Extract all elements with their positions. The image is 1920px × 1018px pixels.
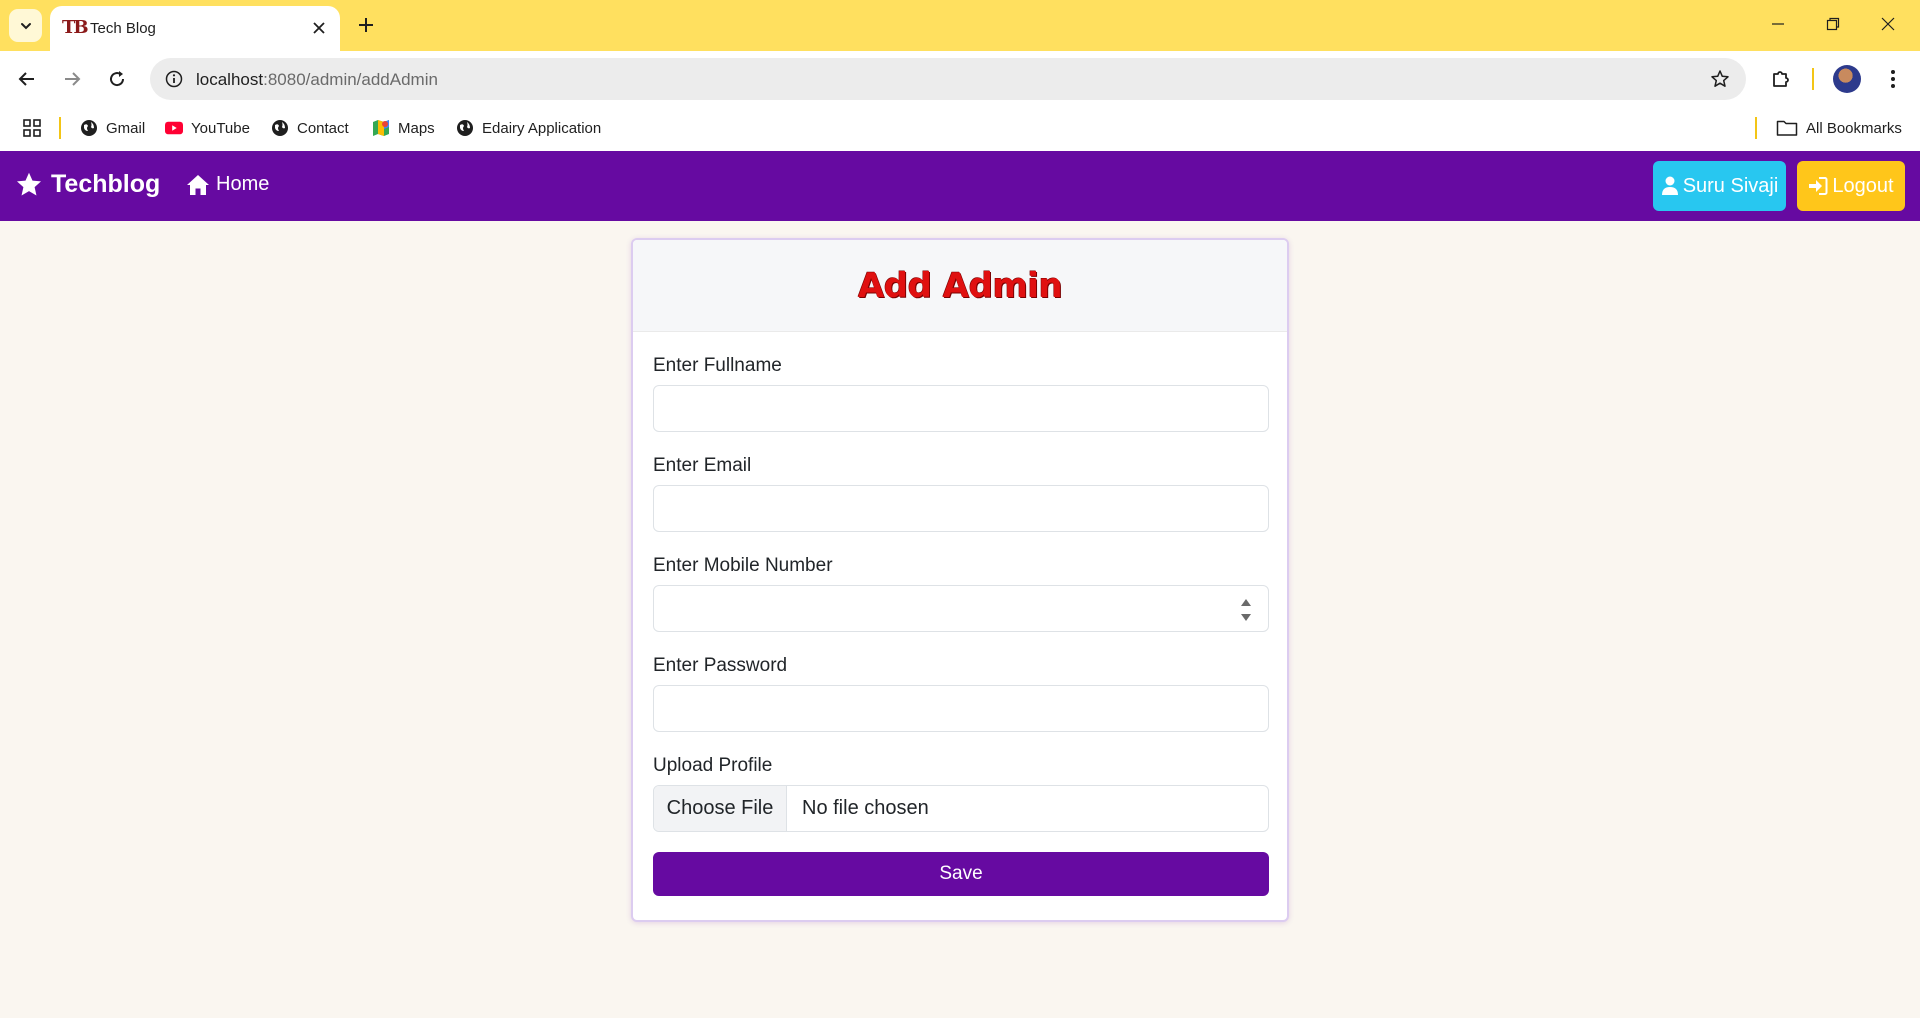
user-profile-button[interactable]: Suru Sivaji <box>1653 161 1786 211</box>
bookmark-label: Contact <box>297 119 349 137</box>
bookmark-maps[interactable]: Maps <box>372 116 435 140</box>
apps-grid-icon <box>23 119 41 137</box>
star-icon <box>16 172 42 195</box>
fullname-label: Enter Fullname <box>653 355 782 376</box>
bookmark-gmail[interactable]: Gmail <box>80 116 145 140</box>
number-spinner[interactable] <box>1240 598 1252 622</box>
apps-button[interactable] <box>22 116 42 140</box>
star-outline-icon <box>1711 70 1729 87</box>
password-input[interactable] <box>653 685 1269 732</box>
arrow-right-icon <box>65 72 81 86</box>
browser-tab[interactable]: TB Tech Blog <box>50 6 340 51</box>
spin-up-icon[interactable] <box>1240 598 1252 607</box>
file-status-text: No file chosen <box>802 797 929 819</box>
password-label: Enter Password <box>653 655 788 676</box>
info-icon <box>165 70 183 88</box>
bookmark-label: YouTube <box>191 119 250 137</box>
choose-file-button[interactable]: Choose File <box>654 786 787 831</box>
site-navbar: Techblog Home Suru Sivaji Logout <box>0 151 1920 221</box>
extensions-button[interactable] <box>1764 62 1798 96</box>
user-icon <box>1661 176 1678 195</box>
brand-name: Techblog <box>51 170 161 198</box>
close-window-button[interactable] <box>1870 8 1906 40</box>
fullname-input[interactable] <box>653 385 1269 432</box>
back-button[interactable] <box>10 62 44 96</box>
globe-icon <box>456 119 474 137</box>
email-label: Enter Email <box>653 455 752 476</box>
spin-down-icon[interactable] <box>1240 613 1252 622</box>
globe-icon <box>80 119 98 137</box>
add-admin-form: Enter Fullname Enter Email Enter Mobile … <box>653 332 1269 896</box>
profile-avatar[interactable] <box>1833 65 1861 93</box>
minimize-icon <box>1772 23 1784 25</box>
tab-search-button[interactable] <box>9 9 42 42</box>
forward-button[interactable] <box>55 62 89 96</box>
folder-icon <box>1776 119 1798 137</box>
browser-tabstrip: TB Tech Blog <box>0 0 1920 51</box>
all-bookmarks-label: All Bookmarks <box>1806 119 1902 137</box>
plus-icon <box>359 18 373 32</box>
puzzle-icon <box>1773 71 1789 87</box>
url-host: localhost <box>196 70 264 89</box>
url-text: localhost:8080/admin/addAdmin <box>196 70 438 90</box>
new-tab-button[interactable] <box>352 11 380 39</box>
nav-home-label: Home <box>216 173 270 195</box>
youtube-icon <box>165 119 183 137</box>
bookmark-youtube[interactable]: YouTube <box>165 116 250 140</box>
profile-file-input[interactable]: Choose File No file chosen <box>653 785 1269 832</box>
bookmark-contact[interactable]: Contact <box>271 116 349 140</box>
logout-button[interactable]: Logout <box>1797 161 1905 211</box>
bookmark-label: Edairy Application <box>482 119 602 137</box>
browser-toolbar: localhost:8080/admin/addAdmin <box>0 51 1920 105</box>
tab-title: Tech Blog <box>90 20 156 37</box>
add-admin-card: Add Admin Enter Fullname Enter Email Ent… <box>631 238 1289 922</box>
mobile-label: Enter Mobile Number <box>653 555 833 576</box>
restore-icon <box>1826 17 1840 31</box>
nav-home-link[interactable]: Home <box>186 173 269 196</box>
bookmark-label: Maps <box>398 119 435 137</box>
reload-button[interactable] <box>100 62 134 96</box>
chevron-down-icon <box>20 22 31 29</box>
arrow-left-icon <box>18 72 34 86</box>
bookmarks-separator <box>59 117 61 139</box>
toolbar-separator <box>1812 68 1814 90</box>
save-button[interactable]: Save <box>653 852 1269 896</box>
maps-icon <box>372 119 390 137</box>
all-bookmarks-button[interactable]: All Bookmarks <box>1776 116 1902 140</box>
email-input[interactable] <box>653 485 1269 532</box>
globe-icon <box>271 119 289 137</box>
mobile-input[interactable] <box>653 585 1269 632</box>
url-path: :8080/admin/addAdmin <box>263 70 438 89</box>
more-vertical-icon <box>1891 70 1895 88</box>
reload-icon <box>110 71 125 87</box>
card-header: Add Admin <box>633 240 1287 332</box>
restore-button[interactable] <box>1815 8 1851 40</box>
user-name: Suru Sivaji <box>1682 174 1779 197</box>
sign-in-icon <box>1809 177 1828 195</box>
tab-close-button[interactable] <box>308 17 330 39</box>
address-bar[interactable]: localhost:8080/admin/addAdmin <box>150 58 1746 100</box>
bookmarks-separator <box>1755 117 1757 139</box>
page-title: Add Admin <box>857 265 1063 306</box>
site-info-icon[interactable] <box>162 67 186 91</box>
brand-link[interactable]: Techblog <box>15 170 160 199</box>
bookmark-edairy[interactable]: Edairy Application <box>456 116 601 140</box>
home-icon <box>187 174 209 195</box>
minimize-button[interactable] <box>1760 8 1796 40</box>
upload-label: Upload Profile <box>653 755 773 776</box>
menu-button[interactable] <box>1876 62 1910 96</box>
bookmark-star-button[interactable] <box>1708 67 1732 91</box>
bookmarks-bar: Gmail YouTube Contact Maps Edairy Applic… <box>0 105 1920 151</box>
close-icon <box>1881 17 1895 31</box>
tab-favicon: TB <box>62 17 89 38</box>
logout-label: Logout <box>1832 174 1894 197</box>
bookmark-label: Gmail <box>106 119 146 137</box>
close-icon <box>313 22 325 34</box>
